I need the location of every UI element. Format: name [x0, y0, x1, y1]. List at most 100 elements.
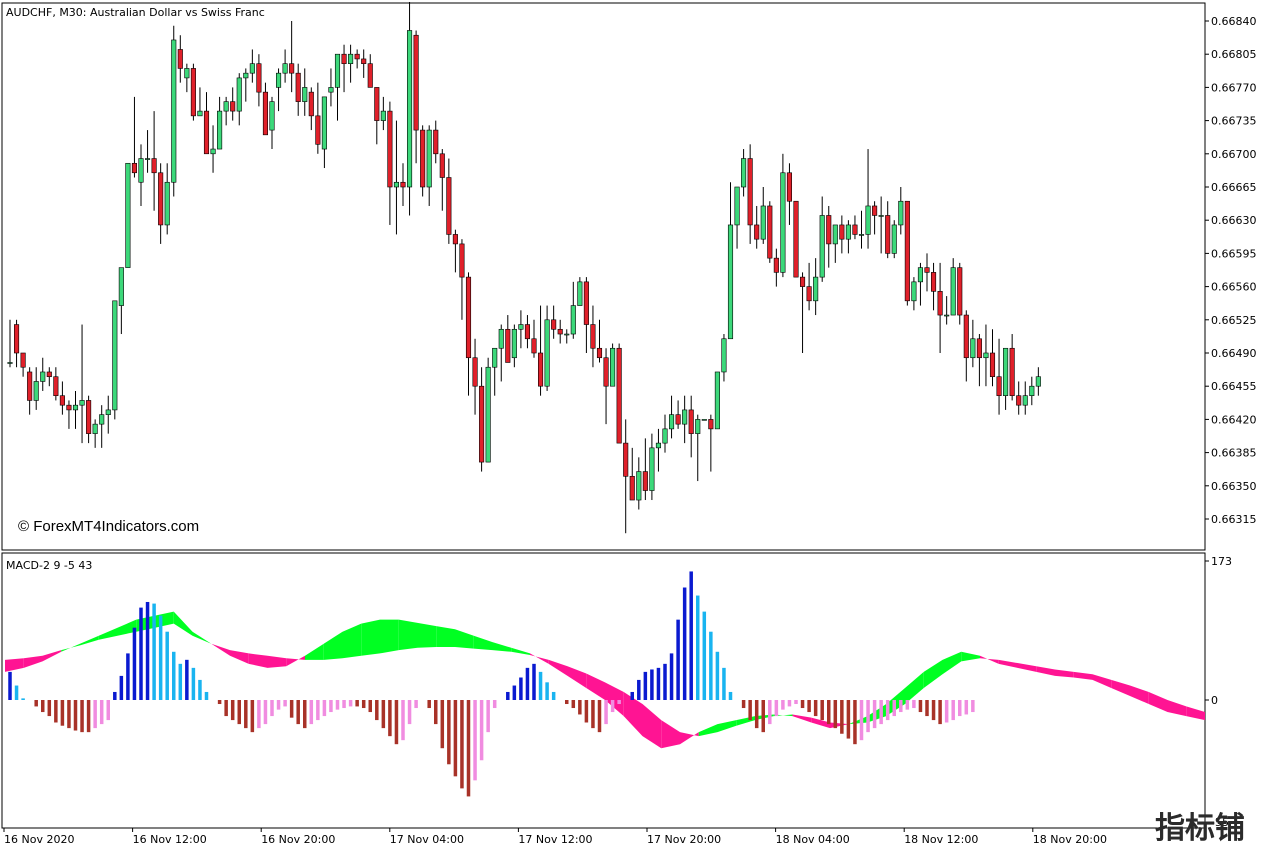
- histogram-bar: [846, 700, 851, 739]
- candle-body: [976, 338, 982, 359]
- histogram-bar: [813, 700, 818, 717]
- candle: [125, 162, 131, 268]
- price-tick-label: 0.66350: [1211, 480, 1257, 493]
- candle-body: [786, 172, 793, 202]
- price-tick-label: 0.66525: [1211, 314, 1257, 327]
- histogram-bar: [807, 700, 811, 713]
- histogram-bar: [538, 671, 543, 700]
- candle-body: [328, 87, 334, 93]
- histogram-bar: [460, 700, 464, 789]
- price-tick-label: 0.66490: [1211, 347, 1257, 360]
- candle-body: [898, 200, 904, 226]
- histogram-bar: [637, 679, 641, 700]
- candle-body: [950, 267, 956, 316]
- histogram-bar: [696, 595, 700, 700]
- candle-body: [891, 224, 897, 254]
- histogram-bar: [630, 691, 634, 700]
- histogram-bar: [230, 700, 235, 721]
- histogram-bar: [532, 663, 536, 700]
- candle-body: [858, 234, 865, 236]
- candle-body: [210, 148, 216, 155]
- candle-body: [203, 110, 210, 155]
- histogram-bar: [355, 700, 359, 707]
- histogram-bar: [106, 700, 110, 721]
- histogram-bar: [931, 700, 936, 721]
- ribbon-segment: [436, 626, 455, 647]
- histogram-bar: [67, 700, 71, 729]
- histogram-bar: [191, 667, 196, 700]
- candle: [420, 125, 426, 197]
- histogram-bar: [938, 700, 942, 725]
- candle-body: [983, 352, 989, 359]
- histogram-bar: [820, 700, 824, 721]
- histogram-bar: [473, 700, 477, 781]
- indicator-tick-label: 0: [1211, 694, 1218, 707]
- candle-body: [524, 324, 531, 340]
- histogram-bar: [303, 700, 307, 729]
- histogram-bar: [145, 601, 150, 700]
- candle-body: [86, 400, 92, 434]
- histogram-bar: [447, 700, 451, 765]
- time-tick-label: 17 Nov 04:00: [390, 833, 464, 846]
- price-tick-label: 0.66315: [1211, 513, 1257, 526]
- candle-body: [492, 347, 498, 368]
- candle-body: [374, 87, 380, 121]
- histogram-bar: [715, 651, 720, 700]
- candle: [112, 300, 118, 420]
- candle: [610, 343, 616, 387]
- histogram-bar: [774, 700, 779, 717]
- histogram-bar: [348, 700, 353, 707]
- symbol-title: AUDCHF, M30: Australian Dollar vs Swiss …: [6, 6, 265, 19]
- candle-body: [642, 471, 648, 491]
- histogram-bar: [958, 700, 962, 717]
- candle-body: [930, 272, 937, 292]
- histogram-bar: [571, 700, 576, 709]
- histogram-bar: [41, 700, 45, 713]
- candle-body: [734, 186, 740, 226]
- candle-body: [479, 385, 485, 463]
- histogram-bar: [381, 700, 386, 729]
- histogram-bar: [204, 691, 209, 700]
- price-tick-label: 0.66455: [1211, 380, 1257, 393]
- histogram-bar: [617, 700, 621, 705]
- ribbon-segment: [361, 619, 380, 656]
- histogram-bar: [14, 685, 19, 700]
- histogram-bar: [316, 700, 320, 721]
- candle-body: [505, 328, 511, 363]
- histogram-bar: [99, 700, 104, 725]
- candle: [891, 220, 897, 259]
- histogram-bar: [833, 700, 838, 729]
- candle-body: [989, 352, 996, 378]
- candle-body: [420, 129, 426, 188]
- histogram-bar: [682, 587, 687, 700]
- candle-body: [308, 91, 314, 117]
- candle-body: [171, 39, 177, 183]
- candle-body: [498, 328, 504, 349]
- candle-body: [544, 319, 550, 387]
- histogram-bar: [912, 700, 916, 709]
- candle-body: [773, 257, 779, 273]
- histogram-bar: [414, 700, 418, 709]
- histogram-bar: [578, 700, 582, 715]
- price-tick-label: 0.66840: [1211, 15, 1257, 28]
- candle-body: [714, 371, 720, 430]
- histogram-bar: [597, 700, 602, 733]
- candle-body: [944, 314, 950, 317]
- candle-body: [105, 409, 111, 415]
- candle-body: [852, 224, 858, 235]
- candle-body: [1035, 376, 1041, 387]
- histogram-bar: [113, 691, 117, 700]
- histogram-bar: [800, 700, 805, 709]
- histogram-bar: [676, 619, 680, 700]
- candle-body: [577, 281, 583, 306]
- candle-body: [459, 243, 465, 278]
- candle-body: [197, 110, 203, 117]
- candle: [957, 262, 963, 325]
- price-tick-label: 0.66700: [1211, 148, 1257, 161]
- histogram-bar: [610, 700, 615, 713]
- histogram-bar: [158, 615, 163, 700]
- time-tick-label: 16 Nov 12:00: [133, 833, 207, 846]
- histogram-bar: [289, 700, 294, 718]
- candle-body: [839, 224, 845, 240]
- histogram-bar: [8, 671, 12, 700]
